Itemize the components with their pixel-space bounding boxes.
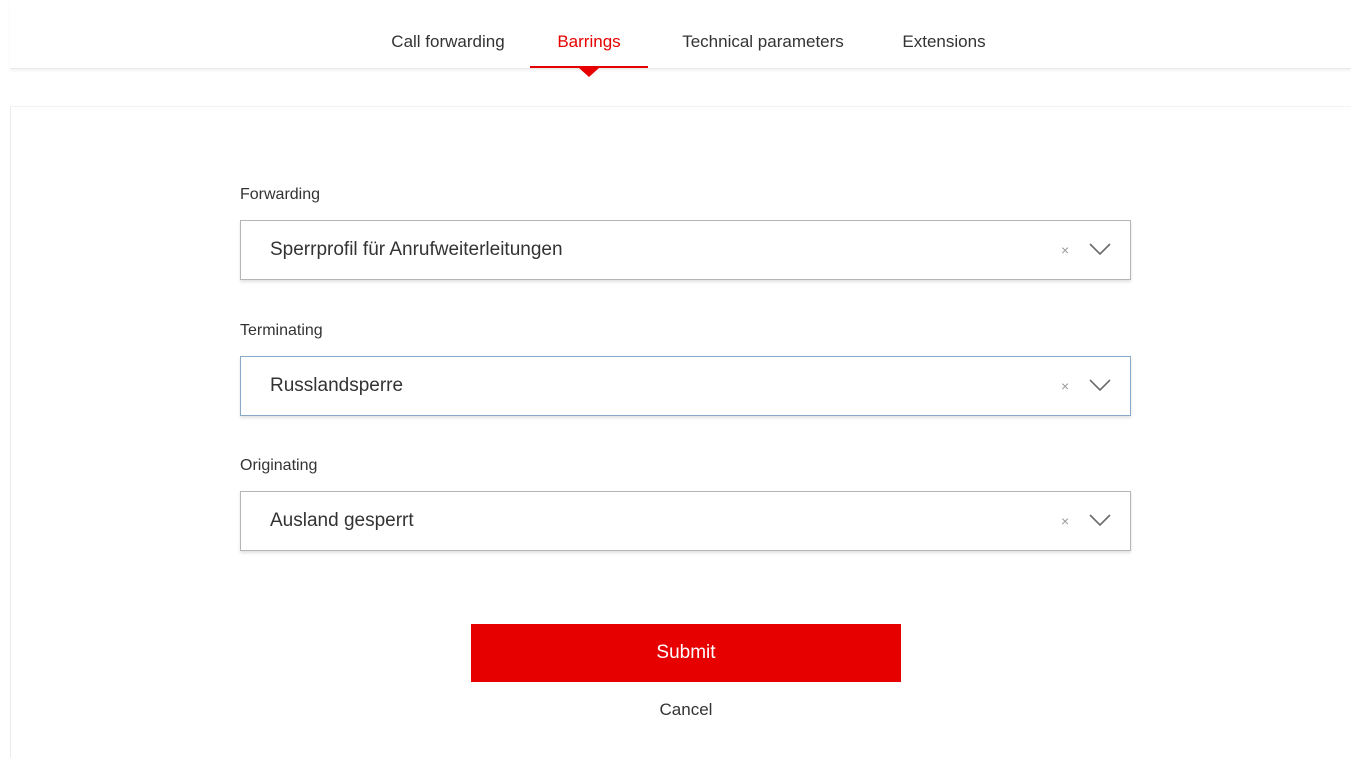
tab-call-forwarding[interactable]: Call forwarding (379, 0, 517, 68)
terminating-label: Terminating (240, 322, 323, 339)
tab-barrings-label: Barrings (557, 32, 621, 51)
originating-select[interactable]: Ausland gesperrt × (240, 491, 1131, 551)
close-icon[interactable]: × (1061, 357, 1069, 415)
forwarding-select[interactable]: Sperrprofil für Anrufweiterleitungen × (240, 220, 1131, 280)
tab-technical-parameters[interactable]: Technical parameters (668, 0, 858, 68)
cancel-button[interactable]: Cancel (471, 700, 901, 720)
chevron-down-icon[interactable] (1088, 512, 1112, 528)
close-icon[interactable]: × (1061, 221, 1069, 279)
originating-label: Originating (240, 457, 318, 474)
active-tab-indicator (579, 68, 599, 77)
originating-selected-value: Ausland gesperrt (270, 510, 414, 531)
tab-extensions[interactable]: Extensions (894, 0, 994, 68)
tab-barrings[interactable]: Barrings (530, 0, 648, 77)
tab-bar: Call forwarding Barrings Technical param… (10, 0, 1351, 77)
terminating-select[interactable]: Russlandsperre × (240, 356, 1131, 416)
terminating-selected-value: Russlandsperre (270, 375, 404, 396)
chevron-down-icon[interactable] (1088, 377, 1112, 393)
chevron-down-icon[interactable] (1088, 241, 1112, 257)
forwarding-selected-value: Sperrprofil für Anrufweiterleitungen (270, 239, 563, 260)
forwarding-label: Forwarding (240, 186, 321, 203)
close-icon[interactable]: × (1061, 492, 1069, 550)
submit-button[interactable]: Submit (471, 624, 901, 682)
